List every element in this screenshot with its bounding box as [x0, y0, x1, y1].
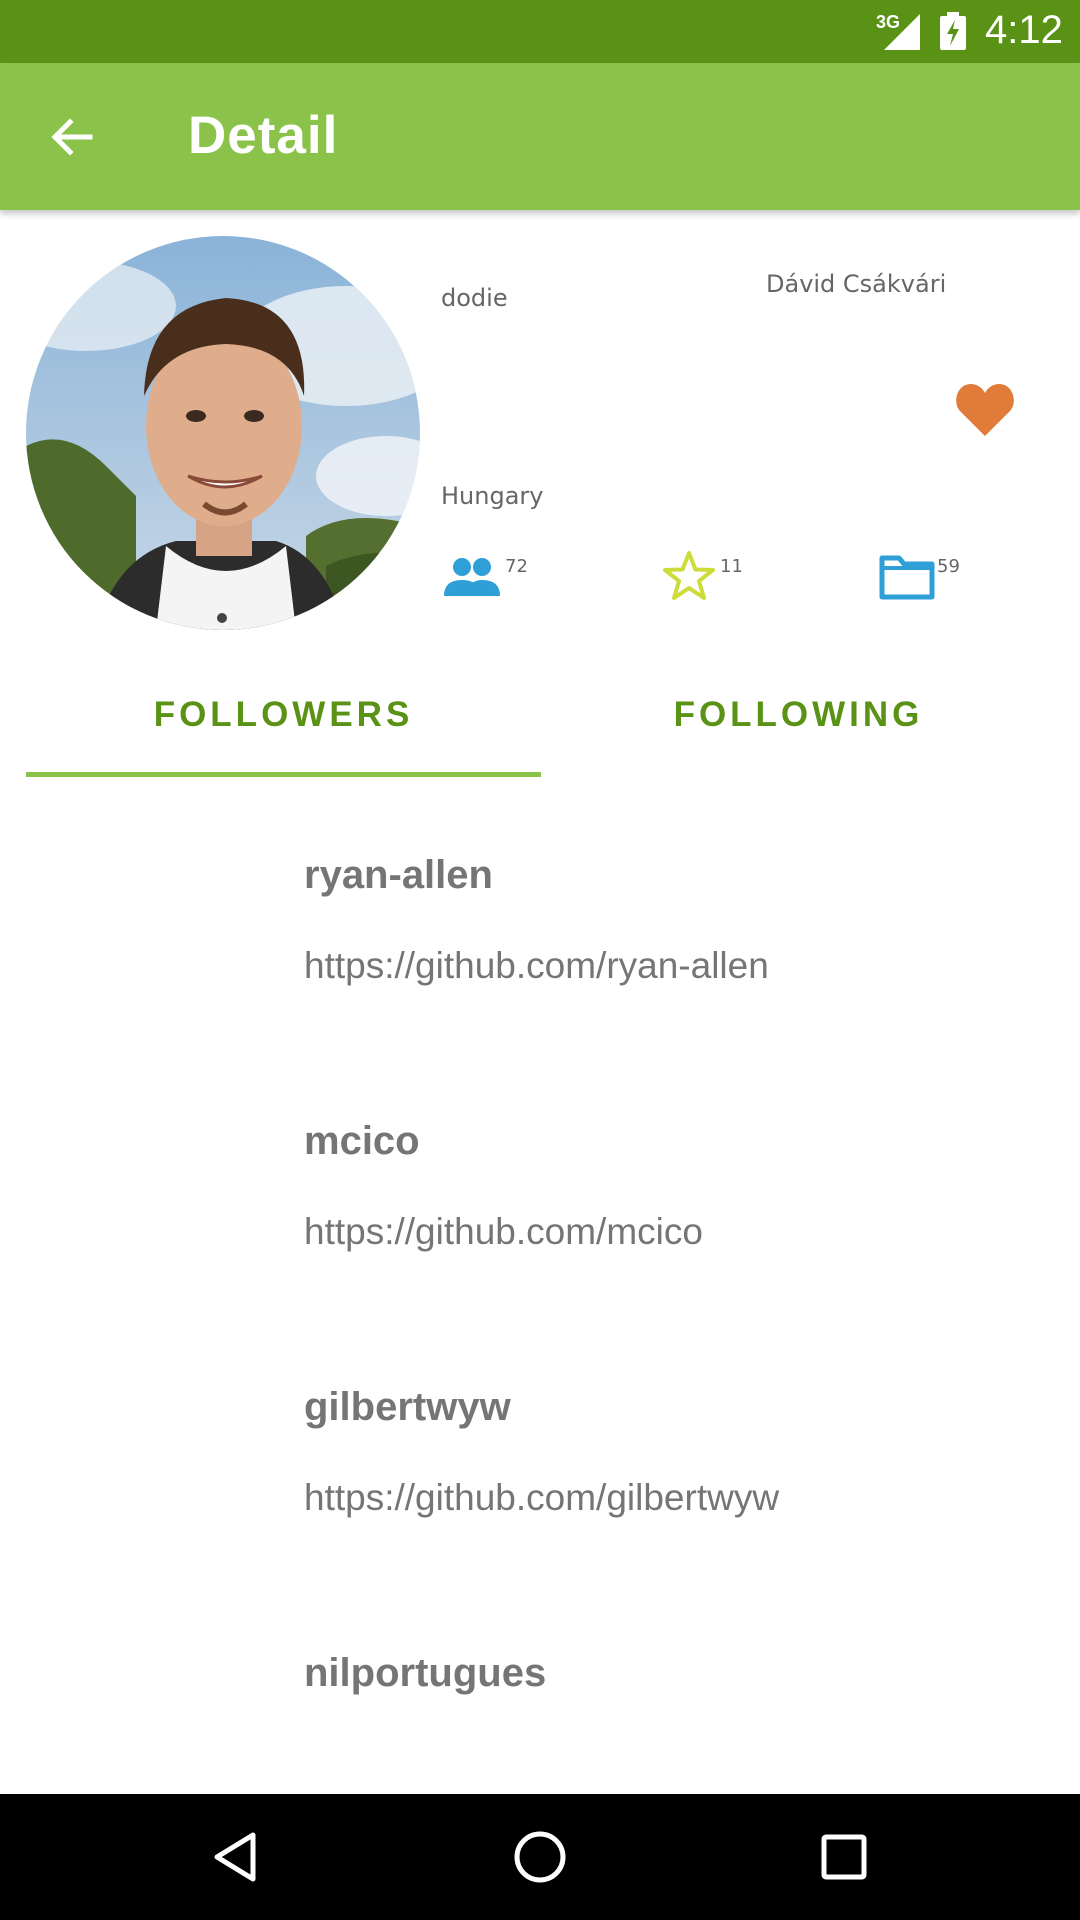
- app-bar: Detail: [0, 63, 1080, 210]
- followers-count: 72: [505, 556, 528, 577]
- user-url: https://github.com/mcico: [304, 1211, 703, 1252]
- user-name: ryan-allen: [304, 853, 493, 897]
- list-item[interactable]: mcico https://github.com/mcico: [0, 1119, 1080, 1385]
- tab-following[interactable]: FOLLOWING: [541, 660, 1056, 780]
- clock: 4:12: [985, 8, 1063, 52]
- arrow-back-icon[interactable]: [46, 111, 98, 163]
- status-bar: 3G 4:12: [0, 0, 1080, 63]
- page-title: Detail: [188, 106, 339, 165]
- location-label: Hungary: [441, 482, 544, 510]
- tab-followers[interactable]: FOLLOWERS: [26, 660, 541, 780]
- user-url: https://github.com/gilbertwyw: [304, 1477, 780, 1518]
- user-name: mcico: [304, 1119, 420, 1163]
- login-label: dodie: [441, 284, 508, 312]
- nav-back-icon[interactable]: [205, 1827, 265, 1887]
- stars-count: 11: [720, 556, 743, 577]
- heart-icon[interactable]: [954, 380, 1016, 438]
- user-url: https://github.com/ryan-allen: [304, 945, 769, 986]
- selected-tab-indicator: [26, 772, 541, 777]
- list-item[interactable]: ryan-allen https://github.com/ryan-allen: [0, 853, 1080, 1119]
- user-name: gilbertwyw: [304, 1385, 511, 1429]
- avatar: [26, 236, 420, 630]
- user-name: nilportugues: [304, 1651, 547, 1695]
- full-name-label: Dávid Csákvári: [766, 270, 947, 298]
- navigation-bar: [0, 1794, 1080, 1920]
- people-icon: [444, 558, 500, 596]
- folder-icon: [879, 555, 935, 600]
- repos-count: 59: [937, 556, 960, 577]
- nav-home-icon[interactable]: [510, 1827, 570, 1887]
- list-item[interactable]: gilbertwyw https://github.com/gilbertwyw: [0, 1385, 1080, 1651]
- list-item[interactable]: nilportugues: [0, 1651, 1080, 1794]
- star-icon: [663, 551, 715, 600]
- nav-recents-icon[interactable]: [814, 1827, 874, 1887]
- signal-icon: [884, 14, 920, 50]
- battery-charging-icon: [940, 12, 966, 50]
